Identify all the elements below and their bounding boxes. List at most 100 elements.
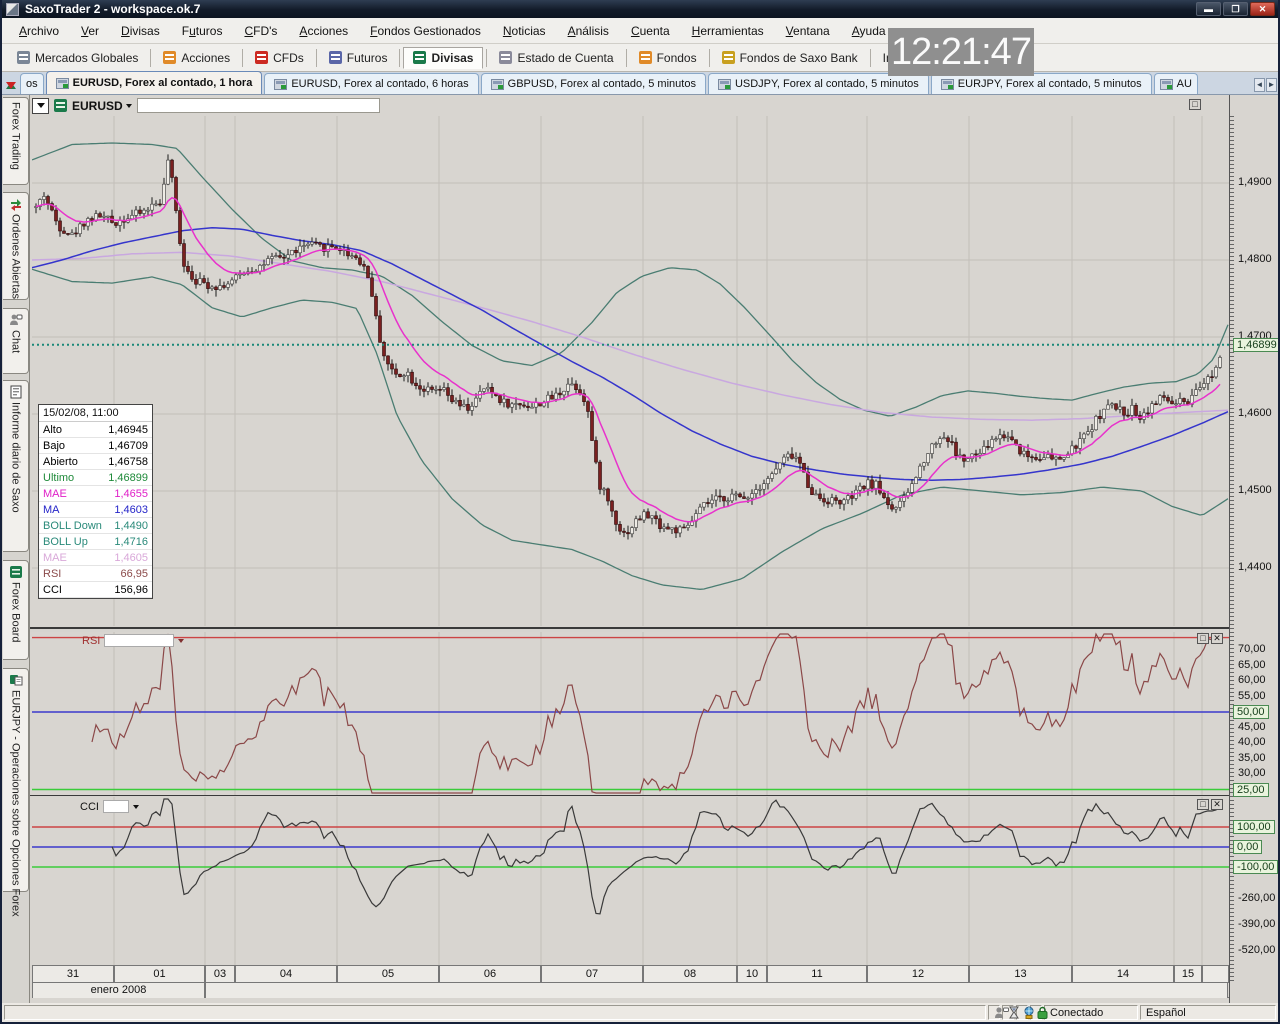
cci-label: CCI xyxy=(80,801,99,813)
instrument-icon xyxy=(54,99,67,112)
sidebar-tab-chat[interactable]: Chat xyxy=(3,308,29,374)
chart-tab-icon xyxy=(941,79,954,90)
price-axis[interactable]: 1,49001,48001,47001,46001,45001,44001,46… xyxy=(1229,95,1280,1003)
menu-item-acciones[interactable]: Acciones xyxy=(288,21,359,41)
status-message-area xyxy=(4,1005,986,1020)
menu-item-divisas[interactable]: Divisas xyxy=(110,21,171,41)
minimize-button[interactable]: ▬ xyxy=(1196,2,1221,16)
sidebar-tab-forex-trading[interactable]: Forex Trading xyxy=(3,97,29,185)
close-button[interactable]: ✕ xyxy=(1250,2,1275,16)
toolbar-button-futuros[interactable]: Futuros xyxy=(320,48,397,68)
language-indicator[interactable]: Español xyxy=(1140,1005,1276,1020)
sidebar-tab-eurjpy-operaciones-sobre[interactable]: EURJPY - Operaciones sobre Opciones Fore… xyxy=(3,668,29,892)
price-tick-label: 1,4600 xyxy=(1238,407,1272,419)
cci-tick-label: 0,00 xyxy=(1233,840,1262,854)
maximize-chart-icon[interactable]: □ xyxy=(1189,99,1201,110)
date-cell xyxy=(1202,966,1229,982)
rsi-study-select[interactable] xyxy=(104,634,174,647)
month-label: enero 2008 xyxy=(32,983,205,998)
rsi-tick-label: 45,00 xyxy=(1238,721,1266,733)
tooltip-row: MAE1,4605 xyxy=(39,550,152,566)
rsi-tick-label: 65,00 xyxy=(1238,659,1266,671)
date-cell: 03 xyxy=(205,966,235,982)
price-tick-label: 1,4800 xyxy=(1238,253,1272,265)
cfd-icon xyxy=(255,51,268,64)
toolbar-button-cfds[interactable]: CFDs xyxy=(246,48,313,68)
rsi-tick-label: 30,00 xyxy=(1238,767,1266,779)
menu-item-an-lisis[interactable]: Análisis xyxy=(557,21,620,41)
rsi-chart[interactable] xyxy=(32,632,1229,795)
tab-eurjpy-4[interactable]: EURJPY, Forex al contado, 5 minutos xyxy=(931,73,1152,94)
connection-status: Conectado xyxy=(1044,1005,1138,1020)
restore-button[interactable]: ❐ xyxy=(1223,2,1248,16)
cci-chart[interactable] xyxy=(32,797,1229,965)
close-cci-icon[interactable]: ✕ xyxy=(1211,799,1223,810)
sidebar-tab-forex-board[interactable]: Forex Board xyxy=(3,560,29,660)
cci-tick-label: -390,00 xyxy=(1238,918,1275,930)
tooltip-row: BOLL Down1,4490 xyxy=(39,518,152,534)
chat-icon xyxy=(9,313,23,327)
price-tick-label: 1,4400 xyxy=(1238,561,1272,573)
board-icon xyxy=(9,565,23,579)
cci-study-select[interactable] xyxy=(103,800,129,813)
menu-item-cfd-s[interactable]: CFD's xyxy=(233,21,288,41)
menu-item-fondos-gestionados[interactable]: Fondos Gestionados xyxy=(359,21,492,41)
current-price-label: 1,46899 xyxy=(1233,338,1280,352)
menu-bar: ArchivoVerDivisasFuturosCFD'sAccionesFon… xyxy=(2,18,1278,44)
chart-dropdown-button[interactable] xyxy=(32,98,49,114)
menu-item-herramientas[interactable]: Herramientas xyxy=(681,21,775,41)
menu-item-noticias[interactable]: Noticias xyxy=(492,21,557,41)
tab-partial-left[interactable]: os xyxy=(20,73,44,94)
title-bar[interactable]: SaxoTrader 2 - workspace.ok.7 ▬ ❐ ✕ xyxy=(2,0,1278,18)
chart-tab-icon xyxy=(491,79,504,90)
tab-eurusd-1[interactable]: EURUSD, Forex al contado, 6 horas xyxy=(264,73,478,94)
symbol-selector[interactable]: EURUSD xyxy=(72,99,132,113)
date-cell: 31 xyxy=(32,966,114,982)
close-rsi-icon[interactable]: ✕ xyxy=(1211,633,1223,644)
price-tick-label: 1,4500 xyxy=(1238,484,1272,496)
toolbar-button-fondos-de-saxo-bank[interactable]: Fondos de Saxo Bank xyxy=(713,48,867,68)
tooltip-row: CCI156,96 xyxy=(39,582,152,598)
cci-panel-buttons: □ ✕ xyxy=(1197,799,1223,810)
tab-partial-right[interactable]: AU xyxy=(1154,73,1198,94)
menu-item-futuros[interactable]: Futuros xyxy=(171,21,234,41)
tab-eurusd-0[interactable]: EURUSD, Forex al contado, 1 hora xyxy=(46,71,263,94)
account-icon xyxy=(499,51,512,64)
sort-arrows-icon[interactable] xyxy=(4,75,18,93)
chart-tab-icon xyxy=(56,78,69,89)
sidebar-tab-informe-diario-de-saxo[interactable]: Informe diario de Saxo xyxy=(3,380,29,552)
symbol-search-input[interactable] xyxy=(137,98,380,113)
maximize-cci-icon[interactable]: □ xyxy=(1197,799,1209,810)
toolbar-button-acciones[interactable]: Acciones xyxy=(154,48,239,68)
tabs-scroll-left[interactable]: ◄ xyxy=(1254,78,1265,92)
cci-tick-label: -260,00 xyxy=(1238,892,1275,904)
toolbar-button-estado-de-cuenta[interactable]: Estado de Cuenta xyxy=(490,48,622,68)
tooltip-row: MA1,4603 xyxy=(39,502,152,518)
chart-tab-icon xyxy=(274,79,287,90)
toolbar-button-mercados-globales[interactable]: Mercados Globales xyxy=(8,48,147,68)
sidebar-tab-ordenes-abiertas[interactable]: Ordenes Abiertas xyxy=(3,192,29,300)
tabs-scroll-right[interactable]: ► xyxy=(1266,78,1277,92)
menu-item-archivo[interactable]: Archivo xyxy=(8,21,70,41)
toolbar-button-divisas[interactable]: Divisas xyxy=(403,47,483,69)
date-cell: 10 xyxy=(737,966,767,982)
toolbar-button-fondos[interactable]: Fondos xyxy=(630,48,706,68)
tab-gbpusd-2[interactable]: GBPUSD, Forex al contado, 5 minutos xyxy=(481,73,706,94)
tooltip-timestamp: 15/02/08, 11:00 xyxy=(39,405,152,422)
chart-tab-icon xyxy=(718,79,731,90)
status-bar: ConectadoEspañol xyxy=(2,1003,1278,1022)
cci-tick-label: -100,00 xyxy=(1233,860,1278,874)
maximize-rsi-icon[interactable]: □ xyxy=(1197,633,1209,644)
tab-usdjpy-3[interactable]: USDJPY, Forex al contado, 5 minutos xyxy=(708,73,929,94)
tooltip-row: RSI66,95 xyxy=(39,566,152,582)
user-status-icon[interactable] xyxy=(988,1005,1000,1020)
menu-item-ver[interactable]: Ver xyxy=(70,21,110,41)
rsi-tick-label: 40,00 xyxy=(1238,736,1266,748)
price-chart[interactable] xyxy=(32,116,1229,626)
app-icon xyxy=(6,3,19,16)
tooltip-row: BOLL Up1,4716 xyxy=(39,534,152,550)
options-icon xyxy=(9,673,23,687)
menu-item-ventana[interactable]: Ventana xyxy=(775,21,841,41)
menu-item-cuenta[interactable]: Cuenta xyxy=(620,21,681,41)
window-title: SaxoTrader 2 - workspace.ok.7 xyxy=(25,2,200,16)
